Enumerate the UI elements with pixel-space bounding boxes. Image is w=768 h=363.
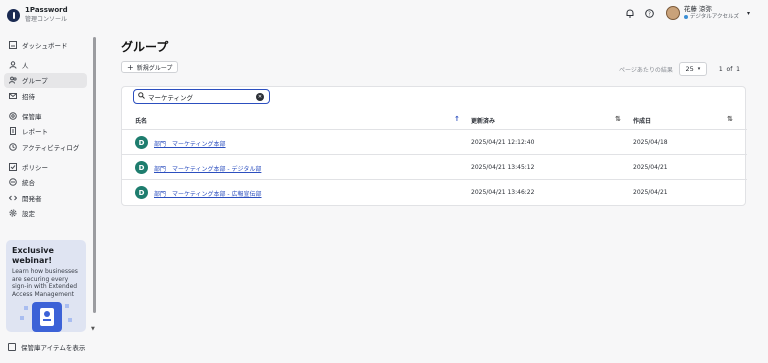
chevron-down-icon[interactable]: ▾ <box>747 10 750 17</box>
updated-cell: 2025/04/21 13:46:22 <box>471 189 535 196</box>
promo-title: Exclusive webinar! <box>12 246 54 265</box>
new-group-label: 新規グループ <box>136 64 173 72</box>
sidebar-item-label: 統合 <box>22 179 35 188</box>
invite-icon <box>9 92 17 100</box>
sidebar-item-integrations[interactable]: 統合 <box>4 175 87 191</box>
sort-icon[interactable]: ⇅ <box>615 115 621 123</box>
chevron-down-icon: ▾ <box>697 66 701 72</box>
sidebar-item-label: 招待 <box>22 92 35 101</box>
page-title: グループ <box>121 40 169 54</box>
1password-logo-icon <box>7 8 20 22</box>
brand[interactable]: 1Password 管理コンソール <box>7 6 68 24</box>
sidebar: 1Password 管理コンソール ダッシュボード 人 グループ 招待 保管庫 … <box>0 0 99 363</box>
sidebar-item-label: ポリシー <box>22 163 48 172</box>
sidebar-item-vaults[interactable]: 保管庫 <box>4 108 87 124</box>
table-row[interactable]: D 部門 マーケティング本部 - デジタル部 2025/04/21 13:45:… <box>122 155 747 180</box>
sidebar-item-label: アクティビティログ <box>22 143 80 152</box>
policy-icon <box>9 162 17 171</box>
avatar[interactable] <box>665 6 680 20</box>
sidebar-item-people[interactable]: 人 <box>4 57 87 73</box>
search-icon <box>138 92 145 101</box>
promo-illustration-icon <box>20 302 72 332</box>
per-page-value: 25 <box>685 65 694 73</box>
per-page-label: ページあたりの結果 <box>619 66 673 74</box>
help-icon[interactable]: ? <box>645 8 654 18</box>
user-menu[interactable]: 花藤 涼弥 デジタルアクセルズ <box>683 5 739 21</box>
pagination: ページあたりの結果 25 ▾ 1 of 1 <box>619 62 740 76</box>
page-of: of <box>726 65 733 73</box>
dashboard-icon <box>9 40 17 49</box>
user-account: デジタルアクセルズ <box>683 13 739 21</box>
group-name-link[interactable]: 部門 マーケティング本部 - デジタル部 <box>154 164 261 173</box>
created-cell: 2025/04/18 <box>633 139 668 146</box>
table-row[interactable]: D 部門 マーケティング本部 2025/04/21 12:12:40 2025/… <box>122 130 747 155</box>
search-field[interactable]: ✕ <box>133 89 270 104</box>
scroll-down-arrow-icon[interactable]: ▼ <box>91 326 95 332</box>
group-icon <box>9 76 17 84</box>
group-name-link[interactable]: 部門 マーケティング本部 - 広報宣伝部 <box>154 189 262 198</box>
updated-cell: 2025/04/21 12:12:40 <box>471 139 535 146</box>
notification-bell-icon[interactable] <box>626 8 635 18</box>
sidebar-item-policies[interactable]: ポリシー <box>4 159 87 175</box>
page-current: 1 <box>718 65 723 73</box>
sidebar-scrollbar-thumb[interactable] <box>93 37 96 313</box>
column-created[interactable]: 作成日 <box>633 116 651 125</box>
per-page-select[interactable]: 25 ▾ <box>678 62 707 76</box>
sidebar-item-developer[interactable]: 開発者 <box>4 190 87 206</box>
sidebar-item-settings[interactable]: 設定 <box>4 206 87 222</box>
vault-items-icon <box>8 343 16 351</box>
integration-icon <box>9 178 17 187</box>
svg-text:?: ? <box>648 11 651 17</box>
created-cell: 2025/04/21 <box>633 189 668 196</box>
group-avatar: D <box>135 136 148 149</box>
plus-icon: + <box>127 62 134 72</box>
sidebar-item-dashboard[interactable]: ダッシュボード <box>4 37 87 53</box>
sidebar-item-label: レポート <box>22 128 48 137</box>
sidebar-item-label: 開発者 <box>22 194 42 203</box>
view-vault-items-link[interactable]: 保管庫アイテムを表示 <box>8 342 85 352</box>
sidebar-item-label: 保管庫 <box>22 112 42 121</box>
account-status-icon <box>683 15 688 19</box>
webinar-promo-card[interactable]: Exclusive webinar! Learn how businesses … <box>6 240 86 332</box>
group-avatar: D <box>135 186 148 199</box>
sidebar-item-label: 人 <box>22 61 29 70</box>
topbar: ? 花藤 涼弥 デジタルアクセルズ ▾ <box>616 5 750 21</box>
user-role-label: デジタルアクセルズ <box>689 14 739 20</box>
clear-search-icon[interactable]: ✕ <box>256 92 264 101</box>
table-header: 氏名 ↑ 更新済み ⇅ 作成日 ⇅ <box>122 110 747 130</box>
sidebar-item-groups[interactable]: グループ <box>4 72 87 88</box>
report-icon <box>9 127 17 136</box>
table-row[interactable]: D 部門 マーケティング本部 - 広報宣伝部 2025/04/21 13:46:… <box>122 180 747 205</box>
sidebar-item-invitations[interactable]: 招待 <box>4 88 87 104</box>
group-name-link[interactable]: 部門 マーケティング本部 <box>154 139 226 148</box>
developer-icon <box>9 194 17 202</box>
user-name: 花藤 涼弥 <box>683 5 712 13</box>
sort-icon[interactable]: ⇅ <box>727 115 733 123</box>
sidebar-item-label: 設定 <box>22 210 35 219</box>
new-group-button[interactable]: + 新規グループ <box>121 61 179 73</box>
page-count: 1 of 1 <box>719 66 740 73</box>
groups-table-card: ✕ 氏名 ↑ 更新済み ⇅ 作成日 ⇅ D 部門 マーケティング本部 2025/… <box>121 86 747 206</box>
footer-label: 保管庫アイテムを表示 <box>21 344 86 352</box>
sidebar-item-reports[interactable]: レポート <box>4 124 87 140</box>
updated-cell: 2025/04/21 13:45:12 <box>471 164 535 171</box>
sidebar-nav: ダッシュボード 人 グループ 招待 保管庫 レポート アクティビティログ ポリシ… <box>4 37 87 221</box>
sidebar-item-activity-log[interactable]: アクティビティログ <box>4 139 87 155</box>
sidebar-item-label: グループ <box>22 77 48 86</box>
search-input[interactable] <box>148 92 256 101</box>
page-total: 1 <box>736 65 740 73</box>
settings-icon <box>9 209 17 217</box>
brand-subtitle: 管理コンソール <box>25 16 68 23</box>
person-icon <box>9 61 17 69</box>
promo-body: Learn how businesses are securing every … <box>12 268 78 298</box>
activity-log-icon <box>9 142 17 151</box>
column-name[interactable]: 氏名 <box>135 116 147 125</box>
sort-ascending-icon[interactable]: ↑ <box>454 115 460 123</box>
column-updated[interactable]: 更新済み <box>471 116 495 125</box>
vault-icon <box>9 111 17 120</box>
brand-name: 1Password <box>25 6 68 14</box>
created-cell: 2025/04/21 <box>633 164 668 171</box>
group-avatar: D <box>135 161 148 174</box>
sidebar-item-label: ダッシュボード <box>22 41 68 50</box>
